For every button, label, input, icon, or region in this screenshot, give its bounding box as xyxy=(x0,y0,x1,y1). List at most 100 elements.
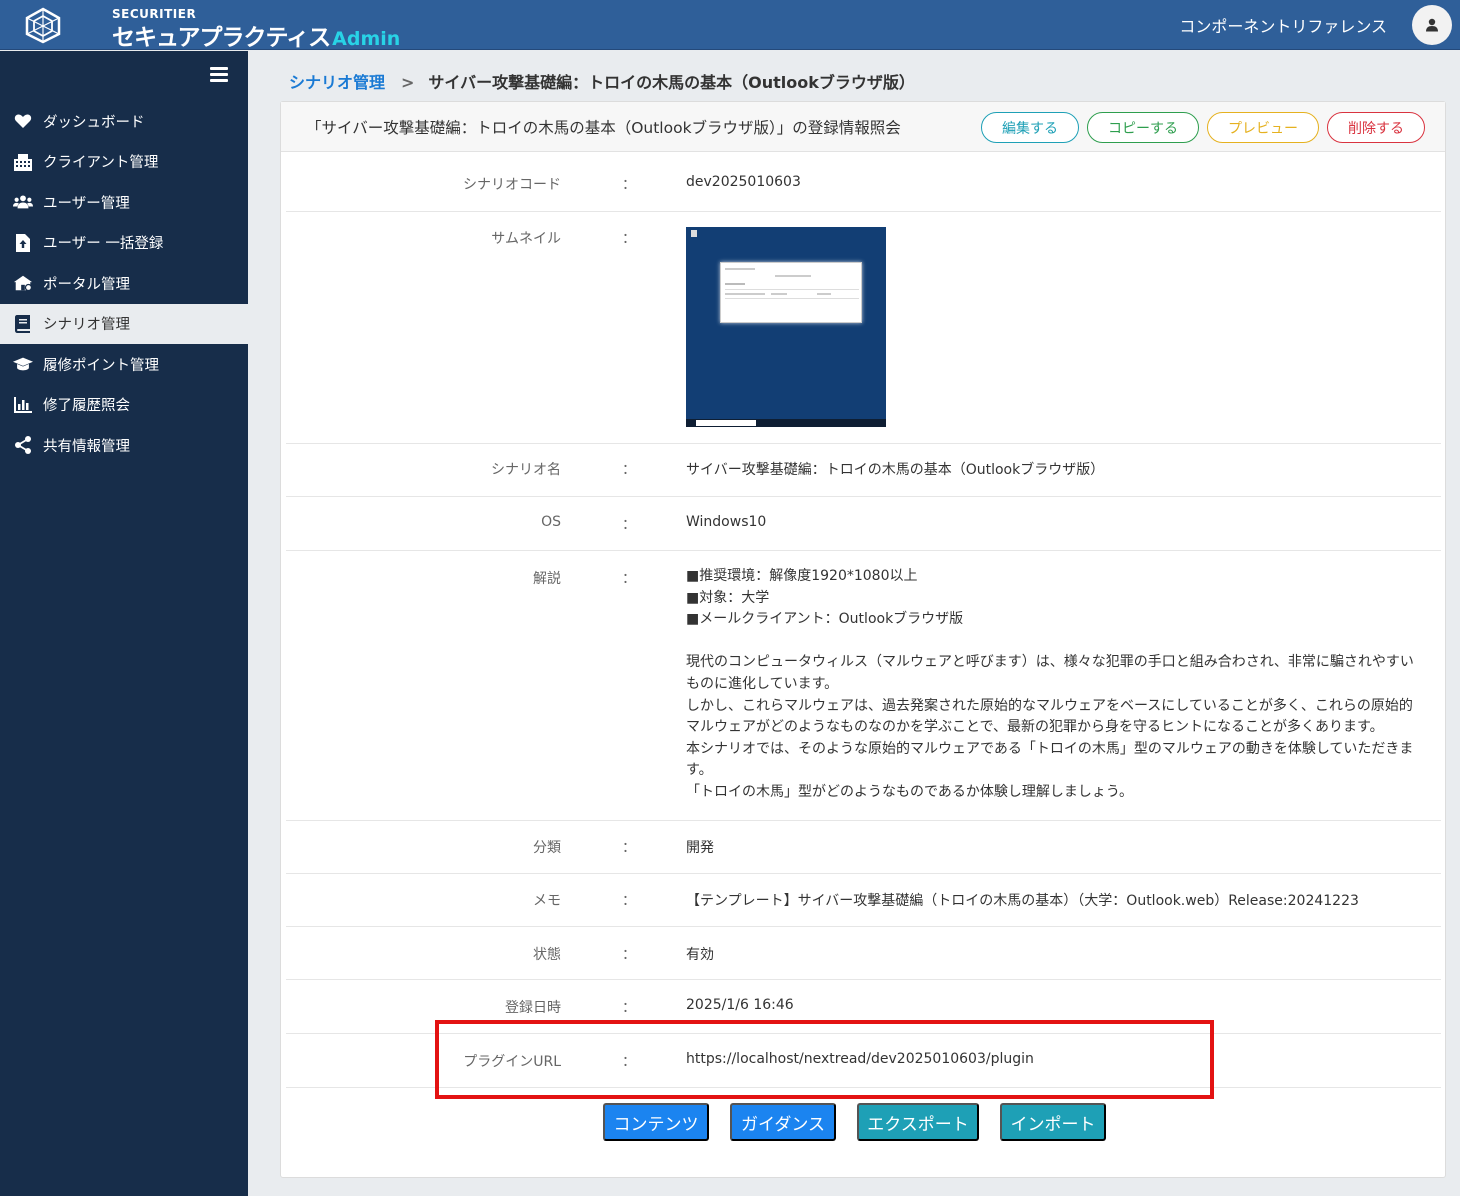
detail-row-scenario-name: シナリオ名 ： サイバー攻撃基礎編：トロイの木馬の基本（Outlookブラウザ版… xyxy=(286,444,1441,497)
bar-chart-icon xyxy=(13,395,33,415)
sidebar-item-users[interactable]: ユーザー管理 xyxy=(0,182,248,223)
home-icon xyxy=(13,273,33,293)
app-logo[interactable]: SECURITIER セキュアプラクティス Admin xyxy=(22,4,400,51)
breadcrumb-current: サイバー攻撃基礎編：トロイの木馬の基本（Outlookブラウザ版） xyxy=(428,73,915,92)
detail-colon: ： xyxy=(622,571,636,587)
detail-row-scenario-code: シナリオコード ： dev2025010603 xyxy=(286,162,1441,212)
taskbar xyxy=(686,419,886,427)
os-value: Windows10 xyxy=(686,514,767,530)
scenario-code-value: dev2025010603 xyxy=(686,174,801,190)
sidebar-item-portal[interactable]: ポータル管理 xyxy=(0,263,248,304)
status-value: 有効 xyxy=(686,947,714,963)
detail-row-os: OS ： Windows10 xyxy=(286,497,1441,551)
sidebar-item-clients[interactable]: クライアント管理 xyxy=(0,142,248,183)
detail-label: OS xyxy=(541,514,561,530)
detail-colon: ： xyxy=(622,840,636,856)
description-line: ■対象：大学 xyxy=(686,589,770,606)
detail-row-registered-at: 登録日時 ： 2025/1/6 16:46 xyxy=(286,980,1441,1034)
edit-button[interactable]: 編集する xyxy=(981,112,1079,143)
description-line: ■推奨環境：解像度1920*1080以上 xyxy=(686,568,918,584)
share-icon xyxy=(13,435,33,455)
sidebar-item-user-bulk-register[interactable]: ユーザー 一括登録 xyxy=(0,223,248,264)
guidance-button[interactable]: ガイダンス xyxy=(730,1103,836,1141)
description-line: しかし、これらマルウェアは、過去発案された原始的なマルウェアをベースにしているこ… xyxy=(686,697,1413,736)
top-header: SECURITIER セキュアプラクティス Admin コンポーネントリファレンス xyxy=(0,0,1460,51)
scenario-thumbnail xyxy=(686,227,886,427)
detail-colon: ： xyxy=(622,462,636,478)
plugin-url-value: https://localhost/nextread/dev2025010603… xyxy=(686,1051,1034,1067)
detail-colon: ： xyxy=(622,177,636,193)
card-header: 「サイバー攻撃基礎編：トロイの木馬の基本（Outlookブラウザ版）」の登録情報… xyxy=(281,102,1445,152)
logo-mark-icon xyxy=(25,7,61,44)
copy-button[interactable]: コピーする xyxy=(1087,112,1199,143)
sidebar-item-label: ユーザー 一括登録 xyxy=(43,236,164,253)
building-icon xyxy=(13,152,33,172)
description-line: ■メールクライアント：Outlookブラウザ版 xyxy=(686,611,964,628)
sidebar-item-label: ポータル管理 xyxy=(43,276,130,293)
sidebar-item-scenario[interactable]: シナリオ管理 xyxy=(0,303,248,344)
detail-label: 分類 xyxy=(533,840,561,856)
sidebar-item-label: クライアント管理 xyxy=(43,155,159,172)
book-icon xyxy=(13,314,33,334)
file-upload-icon xyxy=(13,233,33,253)
sidebar-item-completion-history[interactable]: 修了履歴照会 xyxy=(0,385,248,426)
sidebar-item-label: ユーザー管理 xyxy=(43,195,130,212)
sidebar-item-shared-info[interactable]: 共有情報管理 xyxy=(0,425,248,466)
breadcrumb: シナリオ管理 > サイバー攻撃基礎編：トロイの木馬の基本（Outlookブラウザ版） xyxy=(289,69,915,93)
graduation-cap-icon xyxy=(13,354,33,374)
content-button[interactable]: コンテンツ xyxy=(603,1103,709,1141)
desktop-icon xyxy=(691,230,697,237)
menu-toggle-icon[interactable] xyxy=(210,67,228,83)
description-line: 本シナリオでは、そのような原始的マルウェアである「トロイの木馬」型のマルウェアの… xyxy=(686,740,1414,779)
detail-row-thumbnail: サムネイル ： xyxy=(286,212,1441,444)
registered-at-value: 2025/1/6 16:46 xyxy=(686,997,794,1013)
preview-button[interactable]: プレビュー xyxy=(1207,112,1319,143)
logo-main-text: セキュアプラクティス Admin xyxy=(112,18,400,52)
user-avatar-button[interactable] xyxy=(1412,5,1452,45)
detail-row-category: 分類 ： 開発 xyxy=(286,821,1441,874)
detail-label: 状態 xyxy=(533,947,561,963)
taskbar-search xyxy=(696,420,756,426)
detail-label: メモ xyxy=(533,893,561,909)
users-icon xyxy=(13,192,33,212)
detail-label: 解説 xyxy=(533,571,561,587)
sidebar-item-credit-points[interactable]: 履修ポイント管理 xyxy=(0,344,248,385)
import-button[interactable]: インポート xyxy=(1000,1103,1106,1141)
scenario-name-value: サイバー攻撃基礎編：トロイの木馬の基本（Outlookブラウザ版） xyxy=(686,462,1105,478)
logo-text: SECURITIER セキュアプラクティス Admin xyxy=(66,4,400,51)
detail-row-description: 解説 ： ■推奨環境：解像度1920*1080以上 ■対象：大学 ■メールクライ… xyxy=(286,551,1441,821)
detail-colon: ： xyxy=(622,1054,636,1070)
logo-admin-label: Admin xyxy=(332,28,401,50)
detail-row-status: 状態 ： 有効 xyxy=(286,927,1441,980)
thumbnail-window xyxy=(720,262,862,323)
delete-button[interactable]: 削除する xyxy=(1327,112,1425,143)
detail-row-memo: メモ ： 【テンプレート】サイバー攻撃基礎編（トロイの木馬の基本）（大学：Out… xyxy=(286,874,1441,927)
heart-icon xyxy=(13,111,33,131)
detail-label: シナリオ名 xyxy=(491,462,561,478)
category-value: 開発 xyxy=(686,840,714,856)
user-icon xyxy=(1426,18,1438,32)
breadcrumb-separator: > xyxy=(401,73,415,92)
sidebar: ダッシュボード クライアント管理 ユーザー管理 ユーザー 一括登録 ポータル管理… xyxy=(0,51,248,1196)
sidebar-item-label: 修了履歴照会 xyxy=(43,398,130,415)
sidebar-item-dashboard[interactable]: ダッシュボード xyxy=(0,101,248,142)
detail-colon: ： xyxy=(622,947,636,963)
sidebar-item-label: シナリオ管理 xyxy=(43,317,130,334)
description-line: 現代のコンピュータウィルス（マルウェアと呼びます）は、様々な犯罪の手口と組み合わ… xyxy=(686,654,1414,692)
description-line: 「トロイの木馬」型がどのようなものであるか体験し理解しましょう。 xyxy=(686,783,1134,800)
description-line xyxy=(686,631,1426,653)
detail-label: 登録日時 xyxy=(505,1000,561,1016)
detail-label: シナリオコード xyxy=(463,177,561,193)
scenario-detail-card: 「サイバー攻撃基礎編：トロイの木馬の基本（Outlookブラウザ版）」の登録情報… xyxy=(280,101,1446,1178)
export-button[interactable]: エクスポート xyxy=(857,1103,979,1141)
sidebar-item-label: 履修ポイント管理 xyxy=(43,357,159,374)
detail-label: サムネイル xyxy=(491,231,561,247)
sidebar-item-label: ダッシュボード xyxy=(43,114,145,131)
component-reference-link[interactable]: コンポーネントリファレンス xyxy=(1179,13,1387,37)
detail-colon: ： xyxy=(622,893,636,909)
detail-row-plugin-url: プラグインURL ： https://localhost/nextread/de… xyxy=(286,1034,1441,1088)
sidebar-item-label: 共有情報管理 xyxy=(43,438,130,455)
breadcrumb-scenario-link[interactable]: シナリオ管理 xyxy=(289,73,385,92)
detail-colon: ： xyxy=(622,517,636,533)
detail-label: プラグインURL xyxy=(463,1054,561,1070)
